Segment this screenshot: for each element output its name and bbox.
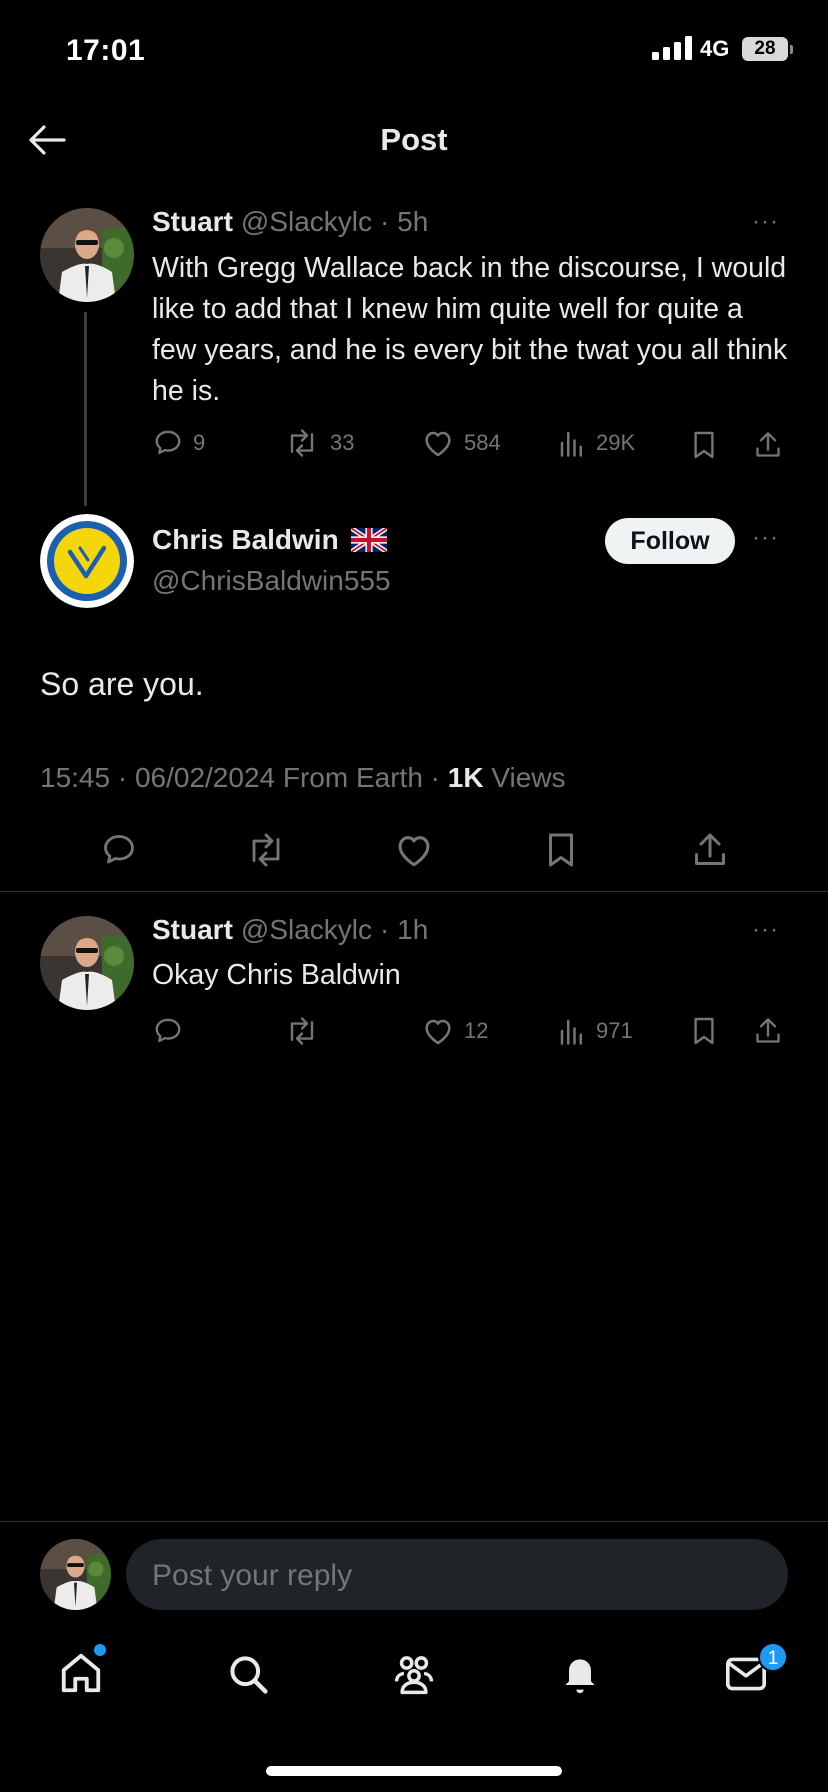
avatar[interactable] [40, 916, 134, 1010]
views-icon [560, 1019, 582, 1045]
uk-flag-icon [350, 528, 387, 552]
divider [0, 891, 828, 892]
author-handle[interactable]: @Slackylc [241, 206, 372, 238]
post-time: · 1h [380, 914, 429, 945]
views-count: 971 [596, 1018, 633, 1043]
home-indicator[interactable] [266, 1766, 562, 1776]
signal-icon [652, 36, 692, 60]
reply-icon[interactable] [153, 1016, 183, 1046]
views-label: Views [483, 762, 566, 793]
home-icon[interactable] [58, 1650, 104, 1696]
main-post-header: Chris Baldwin [152, 524, 387, 556]
like-action[interactable]: 584 [422, 428, 501, 458]
notifications-icon[interactable] [558, 1652, 602, 1696]
search-icon[interactable] [226, 1652, 270, 1696]
battery-level: 28 [742, 37, 788, 61]
network-label: 4G [700, 36, 730, 61]
status-time: 17:01 [66, 34, 146, 67]
repost-icon[interactable] [284, 1016, 320, 1046]
heart-icon [425, 1019, 451, 1045]
share-icon[interactable] [754, 1016, 782, 1046]
bookmark-icon[interactable] [692, 1016, 716, 1046]
author-handle[interactable]: @ChrisBaldwin555 [152, 565, 391, 597]
share-icon[interactable] [692, 832, 728, 868]
author-name[interactable]: Stuart [152, 914, 233, 946]
author-name[interactable]: Chris Baldwin [152, 524, 339, 556]
communities-icon[interactable] [391, 1652, 437, 1696]
reply-header: Stuart @Slackylc · 1h [152, 914, 428, 946]
repost-icon[interactable] [244, 832, 288, 868]
author-name[interactable]: Stuart [152, 206, 233, 238]
repost-action[interactable]: 33 [284, 428, 354, 458]
my-avatar[interactable] [40, 1539, 111, 1610]
repost-icon [290, 429, 314, 457]
more-options-icon[interactable]: ··· [752, 916, 779, 944]
home-unread-dot [94, 1644, 106, 1656]
follow-button[interactable]: Follow [605, 518, 735, 564]
more-options-icon[interactable]: ··· [752, 208, 779, 236]
page-title: Post [380, 122, 448, 157]
views-icon [560, 431, 582, 457]
views-action[interactable]: 29K [558, 428, 635, 458]
views-action[interactable]: 971 [558, 1016, 633, 1046]
like-count: 584 [464, 430, 501, 455]
heart-icon[interactable] [394, 832, 434, 868]
more-options-icon[interactable]: ··· [752, 524, 779, 552]
messages-badge: 1 [758, 1642, 788, 1672]
avatar[interactable] [40, 514, 134, 608]
post-timestamp: 15:45 · 06/02/2024 From Earth · [40, 762, 448, 793]
reply-icon [155, 430, 181, 455]
reply-icon[interactable] [100, 832, 138, 868]
post-time: · 5h [380, 206, 429, 237]
post-meta: 15:45 · 06/02/2024 From Earth · 1K Views [40, 762, 566, 794]
avatar[interactable] [40, 208, 134, 302]
views-count[interactable]: 1K [448, 762, 484, 793]
post-text: So are you. [40, 666, 204, 702]
author-handle[interactable]: @Slackylc [241, 914, 372, 946]
bookmark-icon[interactable] [546, 832, 576, 868]
post-text: With Gregg Wallace back in the discourse… [152, 252, 788, 407]
reply-placeholder: Post your reply [152, 1559, 353, 1592]
share-icon[interactable] [754, 430, 782, 460]
like-count: 12 [464, 1018, 489, 1043]
reply-count: 9 [193, 430, 206, 455]
repost-count: 33 [330, 430, 355, 455]
views-count: 29K [596, 430, 636, 455]
battery-tip [790, 45, 793, 54]
post-text: Okay Chris Baldwin [152, 959, 401, 991]
like-action[interactable]: 12 [422, 1016, 488, 1046]
reply-action[interactable]: 9 [153, 428, 205, 458]
thread-line [84, 312, 87, 506]
bookmark-icon[interactable] [692, 430, 716, 460]
divider [0, 1521, 828, 1522]
post-header: Stuart @Slackylc · 5h [152, 206, 428, 238]
heart-icon [425, 431, 451, 457]
